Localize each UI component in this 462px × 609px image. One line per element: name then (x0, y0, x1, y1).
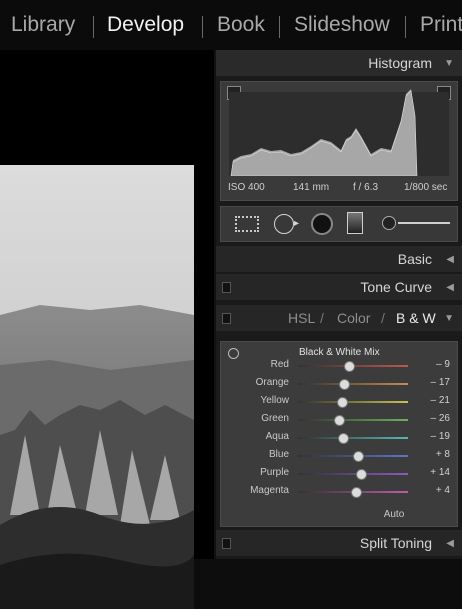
bw-mix-title: Black & White Mix (299, 347, 380, 358)
slider-knob-magenta[interactable] (350, 487, 362, 498)
develop-right-panel: Histogram ▼ ISO 400 141 mm f / 6.3 1/800… (214, 50, 462, 559)
tab-color[interactable]: Color (337, 310, 370, 326)
slider-label-yellow: Yellow (260, 395, 289, 406)
slider-label-purple: Purple (260, 467, 289, 478)
histogram-iso: ISO 400 (228, 182, 265, 193)
graduated-filter-icon[interactable] (347, 212, 363, 234)
spot-arrow-icon: ▸ (294, 218, 300, 229)
slider-knob-purple[interactable] (356, 469, 368, 480)
slider-track-orange[interactable] (298, 383, 408, 385)
histogram-panel: ISO 400 141 mm f / 6.3 1/800 sec (220, 81, 458, 201)
slider-value-green: – 26 (430, 413, 450, 424)
split-toning-title: Split Toning (359, 535, 432, 551)
slider-label-aqua: Aqua (265, 431, 289, 442)
panel-switch[interactable] (222, 313, 231, 324)
histogram-shutter: 1/800 sec (404, 182, 448, 193)
expand-triangle-icon[interactable]: ◀ (446, 282, 454, 293)
module-print[interactable]: Print (420, 13, 462, 37)
basic-title: Basic (397, 251, 432, 267)
tab-hsl[interactable]: HSL (288, 310, 315, 326)
slider-track-purple[interactable] (298, 473, 408, 475)
bw-mix-panel: Black & White Mix Red – 9 Orange – 17 Yellow… (220, 341, 458, 527)
module-picker: Library Develop Book Slideshow Print (0, 0, 462, 50)
expand-triangle-icon[interactable]: ◀ (446, 538, 454, 549)
crop-tool-icon[interactable] (235, 216, 259, 232)
slider-value-magenta: + 4 (435, 485, 450, 496)
slider-label-green: Green (261, 413, 289, 424)
histogram-header[interactable]: Histogram ▼ (216, 50, 462, 76)
slider-value-aqua: – 19 (430, 431, 450, 442)
slider-knob-green[interactable] (334, 415, 346, 426)
spot-removal-tool-icon[interactable] (274, 214, 294, 234)
module-library[interactable]: Library (11, 13, 75, 37)
slider-value-yellow: – 21 (430, 395, 450, 406)
module-separator (93, 16, 94, 38)
slider-value-orange: – 17 (430, 377, 450, 388)
tone-curve-title: Tone Curve (360, 279, 432, 295)
slider-track-yellow[interactable] (298, 401, 408, 403)
brush-handle-icon (398, 222, 450, 224)
module-slideshow[interactable]: Slideshow (294, 13, 390, 37)
expand-triangle-icon[interactable]: ◀ (446, 254, 454, 265)
tab-separator: / (320, 310, 324, 326)
slider-value-red: – 9 (436, 359, 450, 370)
slider-knob-red[interactable] (343, 361, 355, 372)
histogram-graph (229, 89, 449, 176)
basic-panel-header[interactable]: Basic ◀ (216, 246, 462, 272)
split-toning-panel-header[interactable]: Split Toning ◀ (216, 530, 462, 556)
panel-switch[interactable] (222, 282, 231, 293)
slider-value-purple: + 14 (430, 467, 450, 478)
tool-strip: ▸ (220, 206, 458, 242)
red-eye-tool-icon[interactable] (311, 213, 333, 235)
tab-bw[interactable]: B & W (396, 310, 436, 326)
hsl-panel-header: HSL / Color / B & W ▼ (216, 305, 462, 331)
target-adjustment-icon[interactable] (228, 348, 239, 359)
module-separator (202, 16, 203, 38)
image-canvas[interactable] (0, 50, 214, 609)
tab-separator: / (381, 310, 385, 326)
histogram-title: Histogram (368, 55, 432, 71)
module-separator (405, 16, 406, 38)
collapse-triangle-icon[interactable]: ▼ (444, 313, 454, 324)
slider-value-blue: + 8 (435, 449, 450, 460)
panel-switch[interactable] (222, 538, 231, 549)
slider-track-green[interactable] (298, 419, 408, 421)
slider-label-blue: Blue (268, 449, 289, 460)
module-book[interactable]: Book (217, 13, 265, 37)
slider-track-aqua[interactable] (298, 437, 408, 439)
slider-knob-yellow[interactable] (336, 397, 348, 408)
slider-knob-orange[interactable] (339, 379, 351, 390)
histogram-focal-length: 141 mm (293, 182, 330, 193)
module-develop[interactable]: Develop (107, 13, 184, 37)
histogram-aperture: f / 6.3 (353, 182, 379, 193)
tone-curve-panel-header[interactable]: Tone Curve ◀ (216, 274, 462, 300)
adjustment-brush-icon[interactable] (382, 216, 396, 230)
slider-label-magenta: Magenta (250, 485, 289, 496)
auto-button[interactable]: Auto (366, 509, 422, 520)
module-separator (279, 16, 280, 38)
slider-knob-blue[interactable] (352, 451, 364, 462)
slider-label-orange: Orange (255, 377, 289, 388)
photo-preview (0, 165, 194, 609)
collapse-triangle-icon[interactable]: ▼ (444, 58, 454, 69)
slider-label-red: Red (270, 359, 289, 370)
slider-knob-aqua[interactable] (338, 433, 350, 444)
